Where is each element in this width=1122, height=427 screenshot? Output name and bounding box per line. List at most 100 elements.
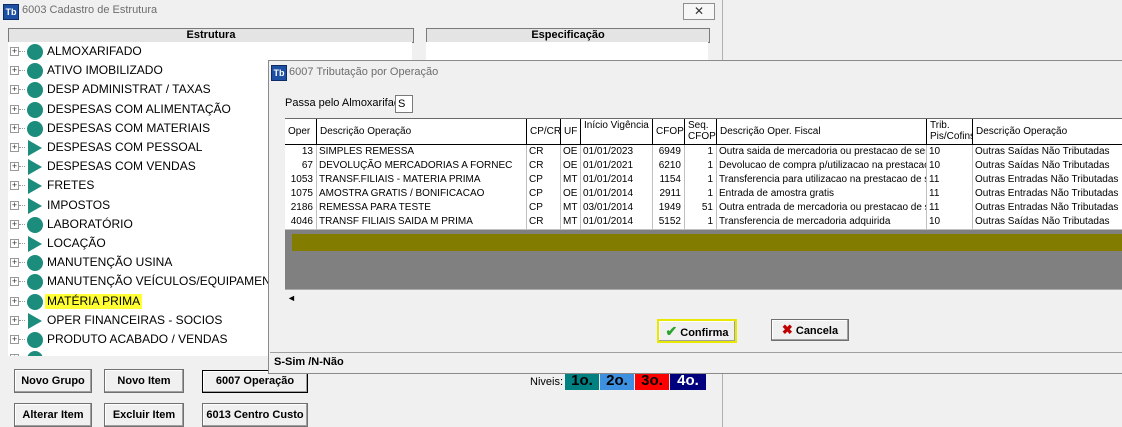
table-cell[interactable]: TRANSF.FILIAIS - MATERIA PRIMA xyxy=(317,173,527,188)
table-cell[interactable]: Transferencia de mercadoria adquirida xyxy=(717,215,927,230)
almoxarifado-field[interactable]: S xyxy=(395,95,413,113)
estrutura-titlebar[interactable]: Tb 6003 Cadastro de Estrutura ✕ xyxy=(0,0,722,22)
table-cell[interactable]: MT xyxy=(561,215,581,230)
table-cell[interactable]: Outras Saídas Não Tributadas xyxy=(973,145,1122,160)
table-cell[interactable]: 1 xyxy=(685,187,717,202)
close-icon[interactable]: ✕ xyxy=(683,3,715,20)
table-cell[interactable]: 1 xyxy=(685,215,717,230)
table-cell[interactable]: 1 xyxy=(685,173,717,188)
scroll-left-icon[interactable]: ◄ xyxy=(287,293,296,303)
expand-icon[interactable]: + xyxy=(10,354,19,356)
column-header[interactable]: Seq. CFOP xyxy=(685,119,717,145)
expand-icon[interactable]: + xyxy=(10,296,19,306)
expand-icon[interactable]: + xyxy=(10,335,19,344)
table-cell[interactable]: 6210 xyxy=(653,159,685,174)
novo-grupo-button[interactable]: Novo Grupo xyxy=(14,369,92,393)
excluir-item-button[interactable]: Excluir Item xyxy=(104,403,184,427)
table-cell[interactable]: Outras Entradas Não Tributadas xyxy=(973,187,1122,202)
expand-icon[interactable]: + xyxy=(10,239,19,248)
table-cell[interactable]: TRANSF FILIAIS SAIDA M PRIMA xyxy=(317,215,527,230)
expand-icon[interactable]: + xyxy=(10,66,19,76)
expand-icon[interactable]: + xyxy=(10,181,19,191)
table-cell[interactable]: 1075 xyxy=(285,187,317,202)
table-cell[interactable]: 11 xyxy=(927,187,973,202)
table-cell[interactable]: CR xyxy=(527,215,561,230)
column-header[interactable]: Início Vigência xyxy=(581,119,653,145)
expand-icon[interactable]: + xyxy=(10,143,19,152)
table-cell[interactable]: Outras Saídas Não Tributadas xyxy=(973,215,1122,230)
dialog-titlebar[interactable]: Tb 6007 Tributação por Operação xyxy=(269,61,1122,83)
new-row-placeholder[interactable] xyxy=(292,234,1122,251)
table-cell[interactable]: CP xyxy=(527,201,561,216)
expand-icon[interactable]: + xyxy=(10,277,19,287)
table-cell[interactable]: 01/01/2014 xyxy=(581,173,653,188)
table-cell[interactable]: Entrada de amostra gratis xyxy=(717,187,927,202)
table-cell[interactable]: 2186 xyxy=(285,201,317,216)
table-cell[interactable]: OE xyxy=(561,187,581,202)
confirma-button[interactable]: ✔ Confirma xyxy=(657,319,737,343)
table-cell[interactable]: AMOSTRA GRATIS / BONIFICACAO xyxy=(317,187,527,202)
tree-item[interactable]: + ALMOXARIFADO xyxy=(8,42,408,61)
table-cell[interactable]: 1949 xyxy=(653,201,685,216)
expand-icon[interactable]: + xyxy=(10,104,19,114)
table-cell[interactable]: DEVOLUÇÃO MERCADORIAS A FORNEC xyxy=(317,159,527,174)
expand-icon[interactable]: + xyxy=(10,315,19,325)
table-cell[interactable]: CR xyxy=(527,159,561,174)
table-cell[interactable]: 10 xyxy=(927,159,973,174)
column-header[interactable]: Descrição Operação xyxy=(973,119,1122,145)
table-cell[interactable]: 1 xyxy=(685,145,717,160)
expand-icon[interactable]: + xyxy=(10,219,19,229)
table-cell[interactable]: OE xyxy=(561,145,581,160)
table-cell[interactable]: CR xyxy=(527,145,561,160)
table-cell[interactable]: SIMPLES REMESSA xyxy=(317,145,527,160)
expand-icon[interactable]: + xyxy=(10,162,19,172)
table-cell[interactable]: 2911 xyxy=(653,187,685,202)
column-header[interactable]: CP/CR xyxy=(527,119,561,145)
table-cell[interactable]: 10 xyxy=(927,145,973,160)
operacoes-grid[interactable]: Oper Descrição Operação CP/CR UF Início Vigê… xyxy=(285,118,1122,306)
table-cell[interactable]: 01/01/2014 xyxy=(581,215,653,230)
column-header[interactable]: UF xyxy=(561,119,581,145)
table-cell[interactable]: CP xyxy=(527,187,561,202)
table-cell[interactable]: 01/01/2023 xyxy=(581,145,653,160)
table-cell[interactable]: 10 xyxy=(927,215,973,230)
table-cell[interactable]: 6949 xyxy=(653,145,685,160)
alterar-item-button[interactable]: Alterar Item xyxy=(14,403,92,427)
table-cell[interactable]: Outras Saídas Não Tributadas xyxy=(973,159,1122,174)
table-cell[interactable]: Outra entrada de mercadoria ou prestacao… xyxy=(717,201,927,216)
expand-icon[interactable]: + xyxy=(10,200,19,210)
table-cell[interactable]: MT xyxy=(561,201,581,216)
table-cell[interactable]: MT xyxy=(561,173,581,188)
cancela-button[interactable]: ✖ Cancela xyxy=(771,319,849,341)
centro-custo-6013-button[interactable]: 6013 Centro Custo xyxy=(202,403,308,427)
table-cell[interactable]: 11 xyxy=(927,173,973,188)
table-cell[interactable]: 1 xyxy=(685,159,717,174)
table-cell[interactable]: 01/01/2014 xyxy=(581,187,653,202)
column-header[interactable]: Descrição Operação xyxy=(317,119,527,145)
expand-icon[interactable]: + xyxy=(10,47,19,56)
table-cell[interactable]: CP xyxy=(527,173,561,188)
column-header[interactable]: CFOP xyxy=(653,119,685,145)
table-cell[interactable]: 1154 xyxy=(653,173,685,188)
table-cell[interactable]: 13 xyxy=(285,145,317,160)
expand-icon[interactable]: + xyxy=(10,123,19,133)
expand-icon[interactable]: + xyxy=(10,85,19,95)
table-cell[interactable]: 67 xyxy=(285,159,317,174)
table-cell[interactable]: 11 xyxy=(927,201,973,216)
table-cell[interactable]: OE xyxy=(561,159,581,174)
column-header[interactable]: Oper xyxy=(285,119,317,145)
expand-icon[interactable]: + xyxy=(10,258,19,268)
table-cell[interactable]: 4046 xyxy=(285,215,317,230)
table-cell[interactable]: 51 xyxy=(685,201,717,216)
table-cell[interactable]: 1053 xyxy=(285,173,317,188)
table-cell[interactable]: Outra saida de mercadoria ou prestacao d… xyxy=(717,145,927,160)
table-cell[interactable]: 03/01/2014 xyxy=(581,201,653,216)
table-cell[interactable]: Transferencia para utilizacao na prestac… xyxy=(717,173,927,188)
table-cell[interactable]: REMESSA PARA TESTE xyxy=(317,201,527,216)
table-cell[interactable]: Devolucao de compra p/utilizacao na pres… xyxy=(717,159,927,174)
horizontal-scrollbar[interactable]: ◄ xyxy=(285,289,1122,306)
table-cell[interactable]: Outras Entradas Não Tributadas xyxy=(973,173,1122,188)
column-header[interactable]: Descrição Oper. Fiscal xyxy=(717,119,927,145)
novo-item-button[interactable]: Novo Item xyxy=(104,369,184,393)
table-cell[interactable]: Outras Entradas Não Tributadas xyxy=(973,201,1122,216)
